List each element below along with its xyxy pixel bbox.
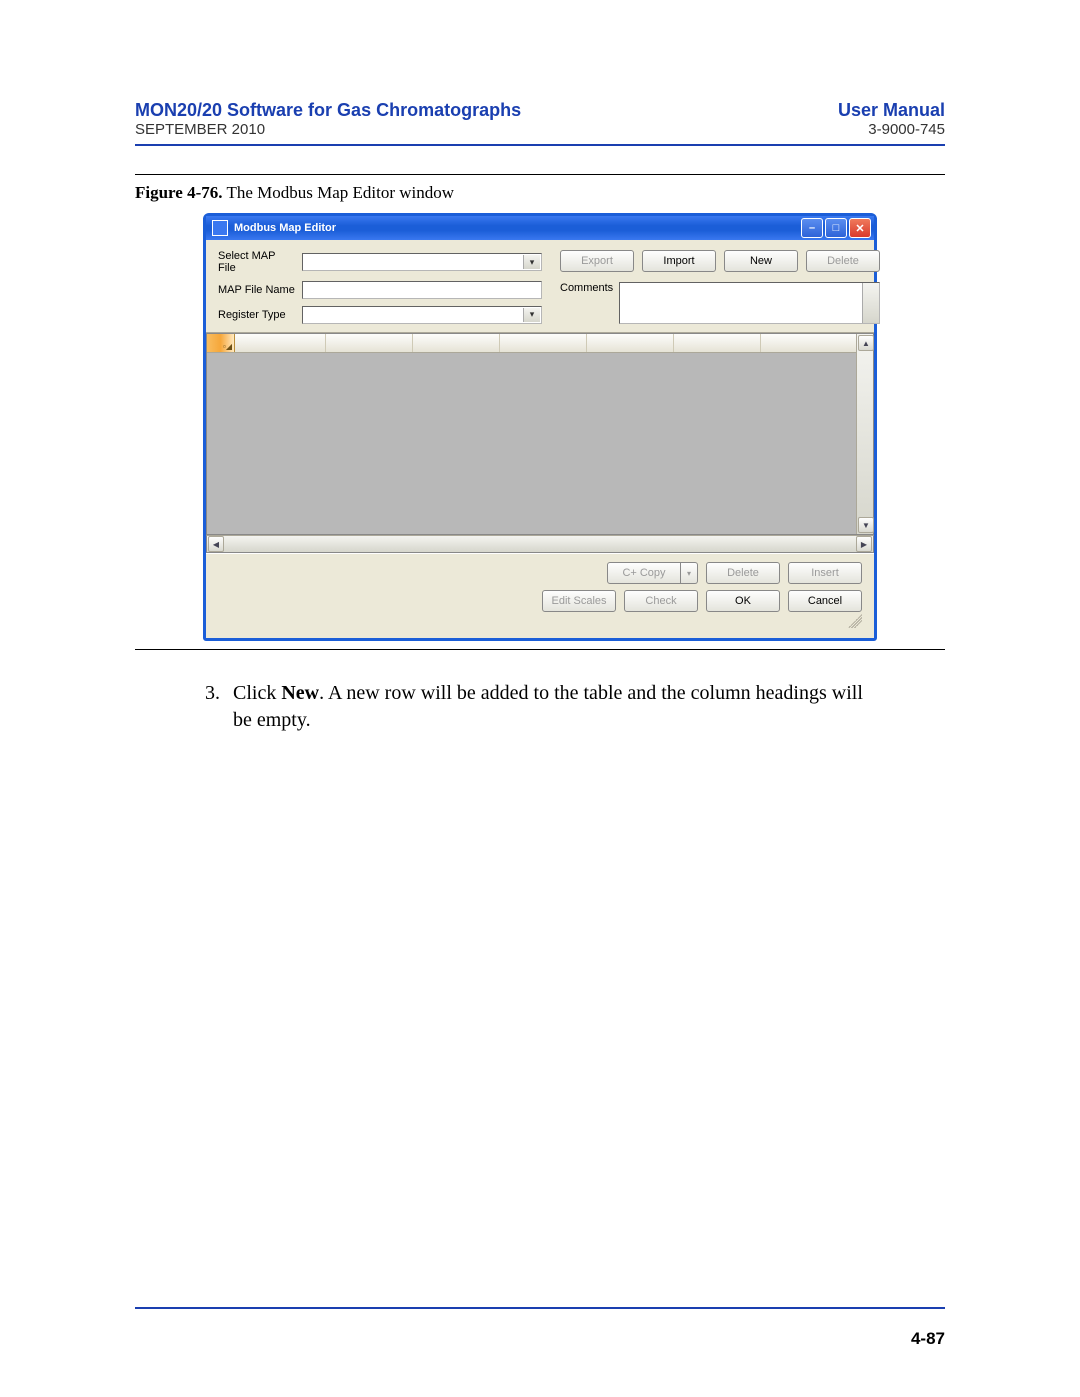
grid-horizontal-scrollbar[interactable]: ◀ ▶ <box>206 535 874 553</box>
scroll-right-icon[interactable]: ▶ <box>856 536 872 552</box>
delete-row-button[interactable]: Delete <box>706 562 780 584</box>
insert-button[interactable]: Insert <box>788 562 862 584</box>
figure-number: Figure 4-76. <box>135 183 223 202</box>
resize-grip-icon[interactable] <box>848 614 862 628</box>
grid-vertical-scrollbar[interactable]: ▲ ▼ <box>856 334 873 534</box>
figure-rule-top <box>135 174 945 175</box>
instruction-step-3: 3. Click New. A new row will be added to… <box>205 680 885 734</box>
doc-number: 3-9000-745 <box>868 121 945 138</box>
c-copy-split-button[interactable]: C+ Copy ▾ <box>607 562 698 584</box>
map-file-name-input[interactable] <box>302 281 542 299</box>
doc-title-right: User Manual <box>838 100 945 121</box>
doc-title-left: MON20/20 Software for Gas Chromatographs <box>135 100 521 121</box>
cancel-button[interactable]: Cancel <box>788 590 862 612</box>
grid-index-cell[interactable]: ▫◢ <box>207 334 235 352</box>
comments-label: Comments <box>560 282 613 294</box>
delete-top-button[interactable]: Delete <box>806 250 880 272</box>
new-button[interactable]: New <box>724 250 798 272</box>
map-file-name-label: MAP File Name <box>218 284 296 296</box>
figure-title: The Modbus Map Editor window <box>226 183 454 202</box>
grid-col-1[interactable] <box>235 334 326 352</box>
select-map-file-label: Select MAP File <box>218 250 296 274</box>
data-grid[interactable]: ▫◢ ▲ ▼ <box>206 333 874 535</box>
ok-button[interactable]: OK <box>706 590 780 612</box>
step-text: Click New. A new row will be added to th… <box>233 680 885 734</box>
scroll-left-icon[interactable]: ◀ <box>208 536 224 552</box>
modbus-map-editor-window: Modbus Map Editor – □ ✕ Select MAP File … <box>203 213 877 641</box>
import-button[interactable]: Import <box>642 250 716 272</box>
footer-rule <box>135 1307 945 1309</box>
app-icon <box>212 220 228 236</box>
doc-date: SEPTEMBER 2010 <box>135 121 265 138</box>
register-type-label: Register Type <box>218 309 296 321</box>
scroll-down-icon[interactable]: ▼ <box>858 517 874 533</box>
scroll-up-icon[interactable]: ▲ <box>858 335 874 351</box>
header-rule <box>135 144 945 146</box>
grid-col-4[interactable] <box>500 334 587 352</box>
step-number: 3. <box>205 680 233 734</box>
page-number: 4-87 <box>911 1329 945 1349</box>
grid-col-2[interactable] <box>326 334 413 352</box>
grid-col-3[interactable] <box>413 334 500 352</box>
select-map-file-combo[interactable] <box>302 253 542 271</box>
window-titlebar[interactable]: Modbus Map Editor – □ ✕ <box>206 216 874 240</box>
minimize-button[interactable]: – <box>801 218 823 238</box>
export-button[interactable]: Export <box>560 250 634 272</box>
maximize-button[interactable]: □ <box>825 218 847 238</box>
register-type-combo[interactable] <box>302 306 542 324</box>
window-title: Modbus Map Editor <box>234 222 336 234</box>
c-copy-dropdown-icon[interactable]: ▾ <box>681 562 698 584</box>
close-button[interactable]: ✕ <box>849 218 871 238</box>
comments-textarea[interactable] <box>619 282 880 324</box>
c-copy-button[interactable]: C+ Copy <box>607 562 681 584</box>
edit-scales-button[interactable]: Edit Scales <box>542 590 616 612</box>
figure-caption: Figure 4-76. The Modbus Map Editor windo… <box>135 183 945 203</box>
check-button[interactable]: Check <box>624 590 698 612</box>
grid-col-6[interactable] <box>674 334 761 352</box>
grid-col-5[interactable] <box>587 334 674 352</box>
grid-header-row: ▫◢ <box>207 334 873 353</box>
figure-rule-bottom <box>135 649 945 650</box>
